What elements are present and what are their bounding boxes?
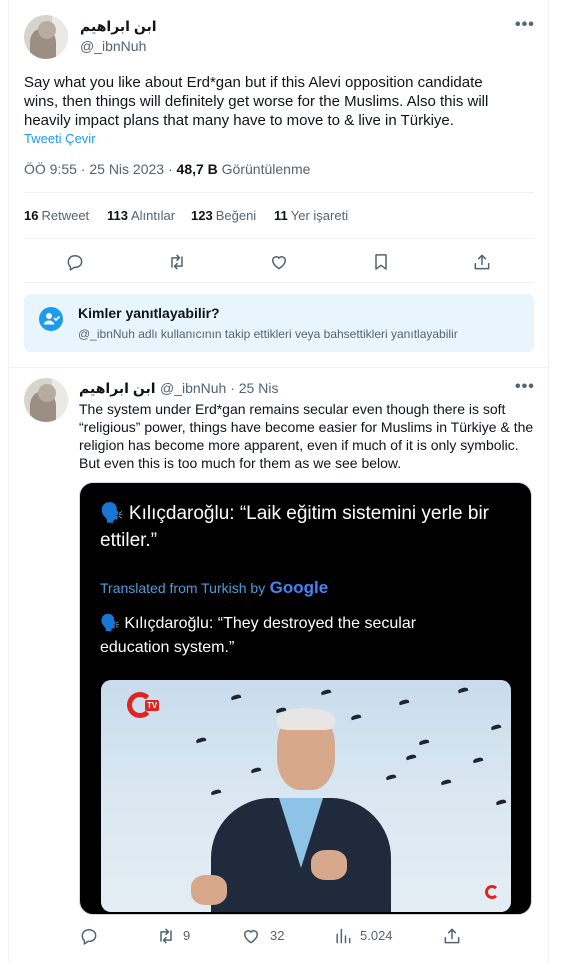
views-count: 48,7 B bbox=[176, 161, 218, 177]
like-count: 32 bbox=[270, 928, 285, 943]
quotes-stat[interactable]: 113 Alıntılar bbox=[107, 208, 175, 223]
avatar[interactable] bbox=[24, 378, 68, 422]
reply-restriction-subtitle: @_ibnNuh adlı kullanıcının takip ettikle… bbox=[78, 327, 458, 341]
person-check-icon bbox=[39, 307, 63, 331]
video-frame[interactable]: TV bbox=[101, 680, 511, 912]
more-icon[interactable]: ••• bbox=[515, 378, 535, 396]
translated-label: Translated from Turkish by Google bbox=[100, 578, 329, 597]
reply-text: The system under Erd*gan remains secular… bbox=[79, 401, 534, 471]
divider bbox=[24, 192, 534, 193]
display-name[interactable]: ابن ابراهيم bbox=[79, 380, 156, 396]
reply-restriction-box: Kimler yanıtlayabilir? @_ibnNuh adlı kul… bbox=[24, 294, 534, 352]
reply-restriction-title: Kimler yanıtlayabilir? bbox=[78, 305, 220, 321]
retweet-icon[interactable] bbox=[167, 252, 187, 272]
tweet-meta: ÖÖ 9:55 · 25 Nis 2023 · 48,7 B Görüntüle… bbox=[24, 161, 310, 177]
retweets-stat[interactable]: 16 Retweet bbox=[24, 208, 89, 223]
media-line-2: ettiler.” bbox=[100, 530, 158, 551]
timestamp[interactable]: ÖÖ 9:55 · 25 Nis 2023 · bbox=[24, 161, 173, 177]
reply-icon[interactable] bbox=[65, 252, 85, 272]
retweet-count: 9 bbox=[183, 928, 191, 943]
tv-logo-text: TV bbox=[145, 700, 160, 711]
reply-header: ابن ابراهيم @_ibnNuh · 25 Nis bbox=[79, 380, 278, 398]
divider bbox=[24, 238, 534, 239]
share-icon[interactable] bbox=[472, 252, 492, 272]
handle-date[interactable]: @_ibnNuh · 25 Nis bbox=[160, 380, 279, 396]
tv-watermark bbox=[485, 885, 499, 899]
media-line-4: education system.” bbox=[100, 639, 235, 656]
divider bbox=[24, 282, 534, 283]
display-name[interactable]: ابن ابراهيم bbox=[80, 18, 157, 35]
like-icon[interactable] bbox=[241, 926, 261, 946]
views-label: Görüntülenme bbox=[221, 161, 311, 177]
reply-icon[interactable] bbox=[79, 926, 99, 946]
bookmark-icon[interactable] bbox=[371, 252, 391, 272]
share-icon[interactable] bbox=[442, 926, 462, 946]
tweet-text: Say what you like about Erd*gan but if t… bbox=[24, 74, 489, 129]
media-line-1: 🗣️ Kılıçdaroğlu: “Laik eğitim sistemini … bbox=[100, 503, 490, 524]
google-logo: Google bbox=[269, 578, 329, 597]
media-line-3: 🗣️ Kılıçdaroğlu: “They destroyed the sec… bbox=[100, 615, 417, 632]
avatar[interactable] bbox=[24, 15, 68, 59]
like-icon[interactable] bbox=[269, 252, 289, 272]
likes-stat[interactable]: 123 Beğeni bbox=[191, 208, 256, 223]
translate-link[interactable]: Tweeti Çevir bbox=[24, 131, 96, 146]
retweet-icon[interactable] bbox=[156, 926, 176, 946]
views-icon[interactable] bbox=[333, 926, 353, 946]
handle[interactable]: @_ibnNuh bbox=[80, 38, 146, 54]
media-image[interactable]: 🗣️ Kılıçdaroğlu: “Laik eğitim sistemini … bbox=[79, 482, 532, 915]
divider bbox=[9, 367, 549, 368]
bookmarks-stat[interactable]: 11 Yer işareti bbox=[274, 208, 348, 223]
views-count: 5.024 bbox=[360, 928, 393, 943]
more-icon[interactable]: ••• bbox=[515, 16, 535, 34]
